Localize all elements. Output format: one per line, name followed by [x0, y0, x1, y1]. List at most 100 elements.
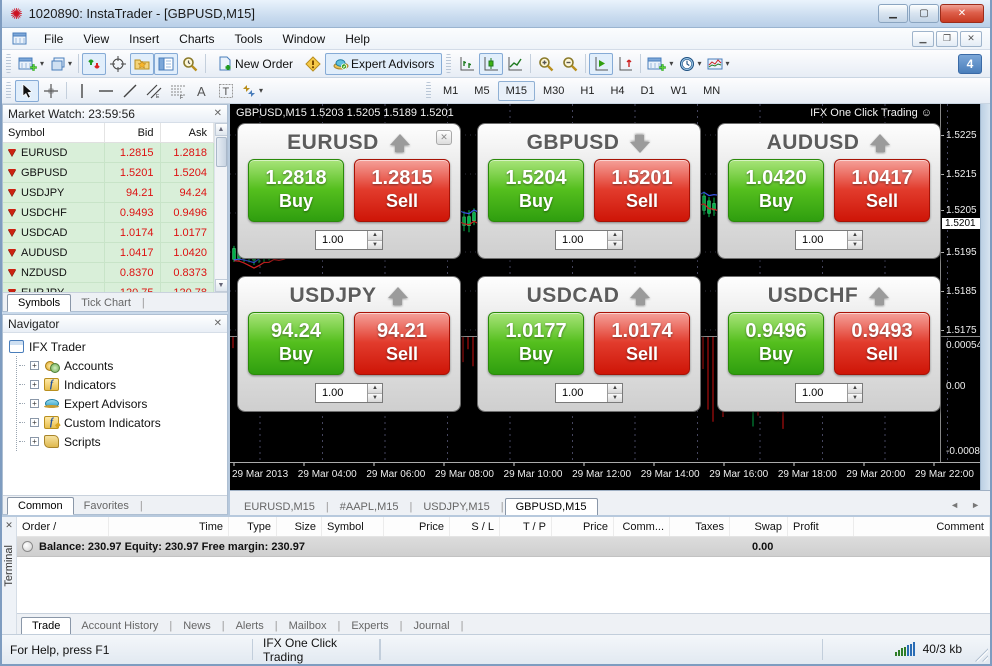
market-watch-scrollbar[interactable]: ▲ ▼ — [214, 123, 227, 292]
line-chart-button[interactable] — [503, 53, 527, 75]
strategy-tester-button[interactable] — [178, 53, 202, 75]
spin-down-icon[interactable]: ▼ — [368, 241, 382, 250]
spin-down-icon[interactable]: ▼ — [368, 394, 382, 403]
column-comment[interactable]: Comment — [854, 517, 990, 536]
column-tp[interactable]: T / P — [500, 517, 552, 536]
column-profit[interactable]: Profit — [788, 517, 854, 536]
text-label-tool[interactable] — [214, 80, 238, 102]
buy-button[interactable]: 1.0177Buy — [488, 312, 584, 375]
child-minimize-button[interactable]: ▁ — [912, 31, 934, 47]
tab-tick-chart[interactable]: Tick Chart — [71, 295, 141, 311]
sell-button[interactable]: 1.2815Sell — [354, 159, 450, 222]
column-swap[interactable]: Swap — [730, 517, 788, 536]
notifications-badge[interactable]: 4 — [958, 54, 982, 74]
lot-size-stepper[interactable]: 1.00▲▼ — [315, 230, 383, 250]
sell-button[interactable]: 1.0417Sell — [834, 159, 930, 222]
tree-item-indicators[interactable]: +fIndicators — [19, 375, 227, 394]
symbol-row[interactable]: EURUSD1.28151.2818 — [3, 143, 214, 163]
toolbar-grip[interactable] — [6, 54, 11, 73]
tab-trade[interactable]: Trade — [21, 617, 71, 635]
timeframe-m15[interactable]: M15 — [498, 81, 535, 101]
text-tool[interactable] — [190, 80, 214, 102]
sell-button[interactable]: 1.5201Sell — [594, 159, 690, 222]
metaeditor-button[interactable] — [301, 53, 325, 75]
tab-account-history[interactable]: Account History — [71, 618, 168, 634]
arrows-tool[interactable]: ▾ — [238, 80, 266, 102]
spin-down-icon[interactable]: ▼ — [608, 241, 622, 250]
tab-news[interactable]: News — [173, 618, 221, 634]
sell-button[interactable]: 94.21Sell — [354, 312, 450, 375]
candlestick-chart-button[interactable] — [479, 53, 503, 75]
tab-journal[interactable]: Journal — [404, 618, 460, 634]
column-time[interactable]: Time — [109, 517, 229, 536]
menu-window[interactable]: Window — [273, 30, 336, 48]
symbol-row[interactable]: AUDUSD1.04171.0420 — [3, 243, 214, 263]
tree-item-scripts[interactable]: +Scripts — [19, 432, 227, 451]
buy-button[interactable]: 1.2818Buy — [248, 159, 344, 222]
column-taxes[interactable]: Taxes — [670, 517, 730, 536]
indicators-button[interactable]: ▾ — [644, 53, 676, 75]
toolbar-grip[interactable] — [426, 82, 431, 100]
tab-common[interactable]: Common — [7, 497, 74, 515]
menu-view[interactable]: View — [73, 30, 119, 48]
column-order[interactable]: Order / — [17, 517, 109, 536]
auto-scroll-toggle[interactable] — [589, 53, 613, 75]
symbol-row[interactable]: EURJPY120.75120.78 — [3, 283, 214, 292]
lot-size-stepper[interactable]: 1.00▲▼ — [315, 383, 383, 403]
column-size[interactable]: Size — [277, 517, 322, 536]
timeframe-m30[interactable]: M30 — [535, 81, 572, 101]
column-type[interactable]: Type — [229, 517, 277, 536]
profiles-button[interactable]: ▾ — [47, 53, 75, 75]
buy-button[interactable]: 94.24Buy — [248, 312, 344, 375]
equidistant-channel-tool[interactable] — [142, 80, 166, 102]
panel-close-icon[interactable]: ✕ — [436, 130, 452, 145]
new-chart-button[interactable]: ▾ — [15, 53, 47, 75]
expert-advisors-toggle[interactable]: Expert Advisors — [325, 53, 442, 75]
zoom-out-button[interactable] — [558, 53, 582, 75]
periods-button[interactable]: ▾ — [676, 53, 704, 75]
trendline-tool[interactable] — [118, 80, 142, 102]
sell-button[interactable]: 0.9493Sell — [834, 312, 930, 375]
expand-icon[interactable]: + — [30, 437, 39, 446]
zoom-in-button[interactable] — [534, 53, 558, 75]
timeframe-w1[interactable]: W1 — [663, 81, 696, 101]
lot-size-stepper[interactable]: 1.00▲▼ — [795, 383, 863, 403]
buy-button[interactable]: 1.5204Buy — [488, 159, 584, 222]
tab-scroll-left-icon[interactable]: ◄ — [950, 500, 959, 510]
column-bid[interactable]: Bid — [105, 123, 161, 142]
expand-icon[interactable]: + — [30, 399, 39, 408]
navigator-toggle[interactable] — [130, 53, 154, 75]
column-symbol[interactable]: Symbol — [3, 123, 105, 142]
tab-symbols[interactable]: Symbols — [7, 294, 71, 312]
tab-scroll-right-icon[interactable]: ► — [971, 500, 980, 510]
symbol-row[interactable]: USDCHF0.94930.9496 — [3, 203, 214, 223]
scroll-up-icon[interactable]: ▲ — [215, 123, 228, 136]
horizontal-line-tool[interactable] — [94, 80, 118, 102]
child-restore-button[interactable]: ❐ — [936, 31, 958, 47]
scroll-down-icon[interactable]: ▼ — [215, 279, 228, 292]
chart-tab-eurusd[interactable]: EURUSD,M15 — [234, 499, 325, 515]
tree-item-expert-advisors[interactable]: +Expert Advisors — [19, 394, 227, 413]
lot-size-stepper[interactable]: 1.00▲▼ — [555, 230, 623, 250]
chart-shift-toggle[interactable] — [613, 53, 637, 75]
expand-icon[interactable]: + — [30, 380, 39, 389]
symbol-row[interactable]: USDCAD1.01741.0177 — [3, 223, 214, 243]
menu-tools[interactable]: Tools — [225, 30, 273, 48]
spin-up-icon[interactable]: ▲ — [608, 231, 622, 241]
column-price-close[interactable]: Price — [552, 517, 614, 536]
market-watch-toggle[interactable] — [82, 53, 106, 75]
scroll-thumb[interactable] — [216, 137, 227, 167]
market-watch-close-icon[interactable]: ✕ — [214, 108, 222, 119]
buy-button[interactable]: 0.9496Buy — [728, 312, 824, 375]
menu-insert[interactable]: Insert — [119, 30, 169, 48]
navigator-close-icon[interactable]: ✕ — [214, 318, 222, 329]
new-order-button[interactable]: New Order — [209, 53, 301, 75]
terminal-toggle[interactable] — [154, 53, 178, 75]
child-close-button[interactable]: ✕ — [960, 31, 982, 47]
lot-size-stepper[interactable]: 1.00▲▼ — [555, 383, 623, 403]
tree-item-accounts[interactable]: +Accounts — [19, 356, 227, 375]
column-commission[interactable]: Comm... — [614, 517, 670, 536]
timeframe-d1[interactable]: D1 — [633, 81, 663, 101]
symbol-row[interactable]: NZDUSD0.83700.8373 — [3, 263, 214, 283]
chart-tab-aapl[interactable]: #AAPL,M15 — [330, 499, 409, 515]
